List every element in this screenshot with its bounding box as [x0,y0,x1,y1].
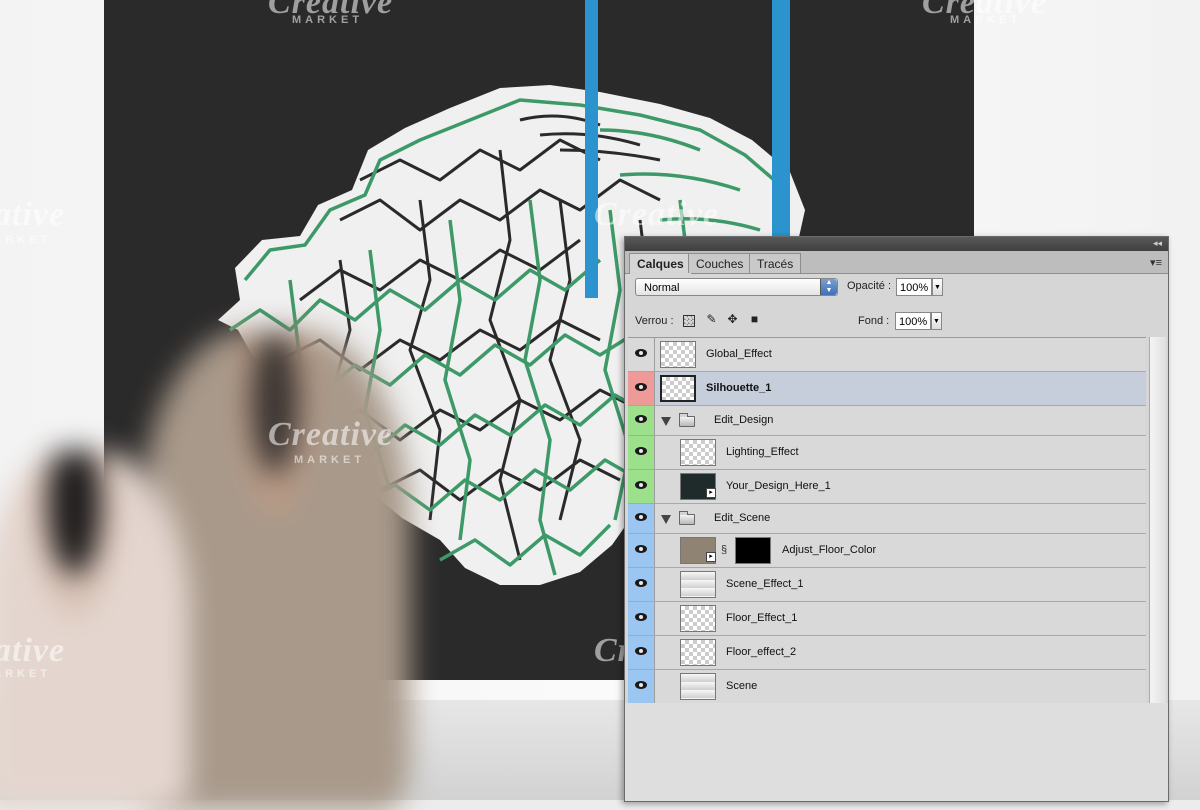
transparency-lock-icon[interactable] [683,315,695,327]
layer-name: Silhouette_1 [706,382,772,394]
panel-menu-icon[interactable]: ▾≡ [1150,256,1162,269]
folder-icon [679,511,695,525]
layers-scrollbar[interactable] [1149,337,1166,703]
lock-row: Verrou : ✎ ✥ ■ Fond : 100% ▼ [625,310,1168,332]
brush-lock-icon[interactable]: ✎ [705,313,718,326]
visibility-toggle[interactable] [628,504,655,533]
fill-dropdown-icon[interactable]: ▼ [931,312,942,330]
eye-icon [635,545,647,553]
visibility-toggle[interactable] [628,406,655,435]
watermark-text: Creative [0,632,66,669]
hanging-strap-left [585,0,598,298]
blurred-person-front [0,450,190,810]
layer-name: Scene_Effect_1 [726,578,804,590]
layer-group-edit-scene[interactable]: Edit_Scene [628,504,1146,534]
layer-row-scene[interactable]: Scene [628,670,1146,704]
layer-row-floor-effect-1[interactable]: Floor_Effect_1 [628,602,1146,636]
watermark-sub: MARKET [294,454,366,466]
adjustment-layer-icon: ▸ [706,552,716,562]
panel-empty-area [625,703,1168,801]
layer-thumbnail [660,375,696,402]
layer-thumbnail [680,439,716,466]
visibility-toggle[interactable] [628,470,655,503]
layer-name: Your_Design_Here_1 [726,480,831,492]
hanging-strap-right [772,0,790,236]
eye-icon [635,415,647,423]
opacity-label: Opacité : [847,280,892,292]
layer-group-edit-design[interactable]: Edit_Design [628,406,1146,436]
padlock-icon[interactable]: ■ [748,313,761,326]
disclosure-triangle-icon[interactable] [661,515,671,524]
fill-input[interactable]: 100% [895,312,931,330]
layer-thumbnail [680,605,716,632]
layer-name: Global_Effect [706,348,772,360]
layer-name: Adjust_Floor_Color [782,544,877,556]
move-lock-icon[interactable]: ✥ [726,313,739,326]
blend-row: Normal ▲ ▼ Opacité : 100% ▼ [625,277,1168,299]
layer-name: Floor_effect_2 [726,646,797,658]
layer-row-your-design-here[interactable]: ▸ Your_Design_Here_1 [628,470,1146,504]
layers-panel: ◂◂ Calques Couches Tracés ▾≡ Normal ▲ ▼ O… [624,236,1169,802]
blend-mode-select[interactable]: Normal ▲ ▼ [635,278,838,296]
watermark-sub: MARKET [292,14,364,26]
eye-icon [635,349,647,357]
fill-label: Fond : [858,315,890,327]
visibility-toggle[interactable] [628,534,655,567]
visibility-toggle[interactable] [628,602,655,635]
watermark-sub: MARKET [0,234,52,246]
visibility-toggle[interactable] [628,636,655,669]
visibility-toggle[interactable] [628,338,655,371]
eye-icon [635,513,647,521]
layer-row-silhouette[interactable]: Silhouette_1 [628,372,1146,406]
opacity-dropdown-icon[interactable]: ▼ [932,278,943,296]
smart-object-icon: ▸ [706,488,716,498]
layer-row-global-effect[interactable]: Global_Effect [628,338,1146,372]
lock-label: Verrou : [635,315,674,327]
eye-icon [635,647,647,655]
eye-icon [635,447,647,455]
eye-icon [635,579,647,587]
panel-tabbar: Calques Couches Tracés ▾≡ [625,251,1168,274]
tab-couches[interactable]: Couches [688,253,752,273]
visibility-toggle[interactable] [628,372,655,405]
eye-icon [635,481,647,489]
watermark-text: Creative [594,196,720,233]
watermark-sub: MARKET [950,14,1022,26]
layer-name: Lighting_Effect [726,446,799,458]
visibility-toggle[interactable] [628,436,655,469]
group-name: Edit_Design [714,414,774,426]
disclosure-triangle-icon[interactable] [661,417,671,426]
folder-icon [679,413,695,427]
eye-icon [635,613,647,621]
chain-link-icon[interactable]: § [721,544,727,556]
chevron-updown-icon: ▲ ▼ [820,279,837,295]
layer-row-lighting-effect[interactable]: Lighting_Effect [628,436,1146,470]
watermark-text: Creative [0,196,66,233]
layer-thumbnail [680,639,716,666]
layer-row-adjust-floor-color[interactable]: ▸ § Adjust_Floor_Color [628,534,1146,568]
collapse-panel-icon[interactable]: ◂◂ [1153,238,1162,249]
layer-thumbnail [660,341,696,368]
layers-list: Global_Effect Silhouette_1 Edit_Design L… [628,337,1146,704]
eye-icon [635,383,647,391]
opacity-input[interactable]: 100% [896,278,932,296]
visibility-toggle[interactable] [628,670,655,703]
watermark-text: Creative [268,416,394,453]
layer-name: Scene [726,680,758,692]
layer-mask-thumbnail[interactable] [735,537,771,564]
layer-name: Floor_Effect_1 [726,612,798,624]
layer-thumbnail [680,571,716,598]
eye-icon [635,681,647,689]
visibility-toggle[interactable] [628,568,655,601]
blend-mode-value: Normal [644,282,680,294]
tab-traces[interactable]: Tracés [749,253,802,273]
layer-row-scene-effect[interactable]: Scene_Effect_1 [628,568,1146,602]
tab-calques[interactable]: Calques [629,253,692,274]
panel-titlebar[interactable]: ◂◂ [625,237,1168,251]
watermark-sub: MARKET [0,668,52,680]
group-name: Edit_Scene [714,512,771,524]
layer-row-floor-effect-2[interactable]: Floor_effect_2 [628,636,1146,670]
layer-thumbnail [680,673,716,700]
